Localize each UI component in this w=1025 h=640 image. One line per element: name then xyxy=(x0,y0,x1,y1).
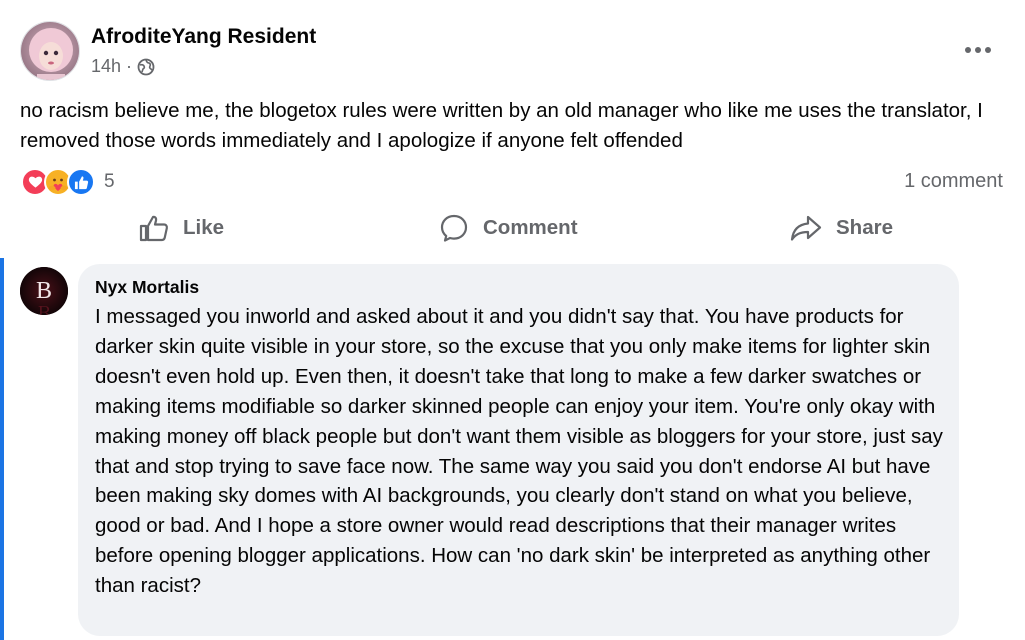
globe-icon[interactable] xyxy=(137,58,155,76)
comment-label: Comment xyxy=(483,216,578,239)
author-avatar[interactable] xyxy=(20,21,80,81)
post-body-text: no racism believe me, the blogetox rules… xyxy=(20,99,983,152)
thumbs-up-icon xyxy=(139,214,169,242)
comment-count-link[interactable]: 1 comment xyxy=(904,170,1003,193)
svg-text:B: B xyxy=(38,302,50,315)
reactions-summary[interactable]: 5 xyxy=(21,168,115,196)
more-dot-icon xyxy=(965,47,971,53)
commenter-name[interactable]: Nyx Mortalis xyxy=(95,277,941,298)
share-label: Share xyxy=(836,216,893,239)
more-dot-icon xyxy=(975,47,981,53)
like-label: Like xyxy=(183,216,225,239)
more-dot-icon xyxy=(985,47,991,53)
comment-bubble: Nyx Mortalis I messaged you inworld and … xyxy=(78,264,959,636)
like-icon xyxy=(67,168,95,196)
more-options-button[interactable] xyxy=(958,36,998,64)
like-button[interactable]: Like xyxy=(139,205,224,251)
comment-text: I messaged you inworld and asked about i… xyxy=(95,305,943,598)
commenter-avatar-letter: B xyxy=(36,278,52,304)
share-button[interactable]: Share xyxy=(790,205,893,251)
commenter-avatar[interactable]: B B xyxy=(20,267,68,315)
post-action-bar: Like Comment Share xyxy=(0,205,1025,251)
post-timestamp[interactable]: 14h xyxy=(91,56,121,77)
meta-separator: · xyxy=(126,56,133,76)
comment-button[interactable]: Comment xyxy=(439,205,578,251)
share-arrow-icon xyxy=(790,214,822,242)
post-author-name[interactable]: AfroditeYang Resident xyxy=(91,25,316,49)
post-card: AfroditeYang Resident 14h · no racism be… xyxy=(0,0,1025,640)
post-meta: 14h · xyxy=(91,56,155,77)
highlighted-comment-indicator xyxy=(0,258,4,640)
reaction-count[interactable]: 5 xyxy=(104,171,115,193)
speech-bubble-icon xyxy=(439,213,469,243)
